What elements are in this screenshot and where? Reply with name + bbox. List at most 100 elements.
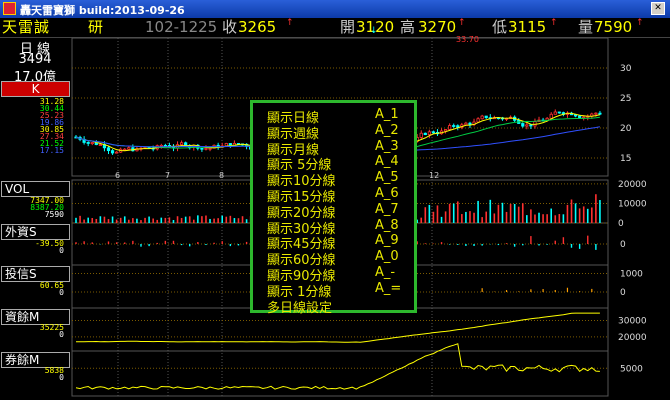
vol-tick-label: 10000 [618,199,647,209]
panel-value: 0 [59,246,64,255]
volume-label: 量 [578,18,594,36]
candle-body [115,151,119,154]
menu-item[interactable]: 顯示 5分線 A_4 [267,154,412,173]
menu-item[interactable]: 顯示 1分線 A_= [267,281,412,300]
title-bar: 轟天雷寶獅 build:2013-09-26 ✕ [0,0,670,18]
k-chart-button[interactable]: K [1,81,70,97]
close-icon[interactable]: ✕ [651,2,665,15]
candle-body [586,115,590,118]
candle-body [431,131,436,134]
candle-body [184,142,188,146]
period-menu: 顯示日線 A_1 顯示週線 A_2 顯示月線 A_3 顯示 5分線 A_4 顯示10分線 A_5 顯… [250,100,417,316]
candle-body [188,145,192,148]
candle-body [492,117,496,120]
candle-body [236,143,241,145]
candle-body [106,147,111,152]
candle-body [127,147,131,150]
candle-body [78,136,82,140]
app-icon [3,2,16,15]
candle-body [561,112,565,115]
candle-body [151,147,155,150]
candle-body [460,124,464,128]
stock-code: 3494 [18,52,52,67]
candle-body [159,144,163,147]
candle-body [86,142,90,144]
short-balance-line [75,343,600,390]
candle-body [131,147,135,152]
menu-item[interactable]: 顯示日線 A_1 [267,107,412,126]
menu-item-shortcut: A_5 [375,170,399,186]
price-tick-label: 20 [620,124,632,134]
candle-body [496,117,501,120]
candle-body [582,116,586,119]
candle-body [468,122,472,126]
menu-item-shortcut: A_0 [375,249,399,265]
candle-body [110,150,115,154]
candle-body [456,125,460,128]
menu-item[interactable]: 顯示月線 A_3 [267,138,412,158]
candle-body [200,147,204,150]
month-label: 8 [219,171,224,180]
panel-frame [71,307,609,352]
candle-body [135,148,139,152]
menu-item[interactable]: 顯示15分線 A_6 [267,186,412,205]
panel-value: 0 [59,330,64,339]
menu-item[interactable]: 顯示10分線 A_5 [267,170,412,189]
high-value: 3270 [418,18,457,36]
trust-tick-label: 0 [620,288,626,298]
price-tick-label: 30 [620,64,632,74]
low-label: 低 [492,18,508,36]
high-up-arrow-icon: ↑ [458,18,466,28]
panel-value: 0 [59,373,64,382]
trust-tick-label: 1000 [620,270,643,280]
vol-tick-label: 20000 [618,180,647,190]
margin-tick-label: 30000 [618,316,647,326]
candle-body [163,144,167,147]
candle-body [216,144,220,148]
volume-up-arrow-icon: ↑ [636,18,644,28]
stock-tag: 研 [88,18,104,36]
short-tick-label: 5000 [620,364,643,374]
menu-item[interactable]: 顯示45分線 A_9 [267,233,412,252]
candle-body [155,145,159,150]
candle-body [448,125,452,130]
candle-body [594,112,598,115]
month-label: 12 [429,171,439,180]
vol-tick-label: 0 [618,219,624,229]
menu-item-shortcut: A_4 [375,154,399,170]
trust-button[interactable]: 投信S [1,266,70,282]
candle-body [179,142,184,146]
contract-code: 102-1225 [145,18,218,36]
candle-body [139,147,143,150]
menu-item-shortcut: A_3 [375,138,399,154]
vol-button[interactable]: VOL [1,181,70,197]
menu-item[interactable]: 顯示20分線 A_7 [267,201,412,221]
candle-body [175,144,180,149]
menu-item[interactable]: 多日線設定 [267,297,412,316]
close-up-arrow-icon: ↑ [286,18,294,28]
quote-header: 天雷誠 研 102-1225 收 3265 ↑ 開 3120 ↓ 高 3270 … [0,18,670,38]
candle-body [443,129,448,132]
candle-body [500,117,505,120]
candle-body [598,112,602,115]
open-down-arrow-icon: ↓ [370,26,378,36]
menu-item-shortcut: A_8 [375,217,399,233]
candle-body [590,113,594,117]
panel-value: 7590 [44,210,64,219]
price-tick-label: 15 [620,154,631,164]
foreign-button[interactable]: 外資S [1,224,70,240]
candle-body [427,131,431,136]
candle-body [525,124,529,127]
candle-body [452,125,456,127]
menu-item-shortcut: A_- [375,265,396,280]
menu-item-shortcut: A_6 [375,186,399,201]
menu-item[interactable]: 顯示30分線 A_8 [267,217,412,237]
menu-item[interactable]: 顯示60分線 A_0 [267,249,412,268]
menu-item[interactable]: 顯示週線 A_2 [267,123,412,142]
low-up-arrow-icon: ↑ [550,18,558,28]
menu-item[interactable]: 顯示90分線 A_- [267,265,412,284]
panel-value: 17.15 [39,146,64,155]
close-value: 3265 [238,18,277,36]
candle-body [224,143,228,147]
menu-item-shortcut: A_7 [375,201,399,217]
